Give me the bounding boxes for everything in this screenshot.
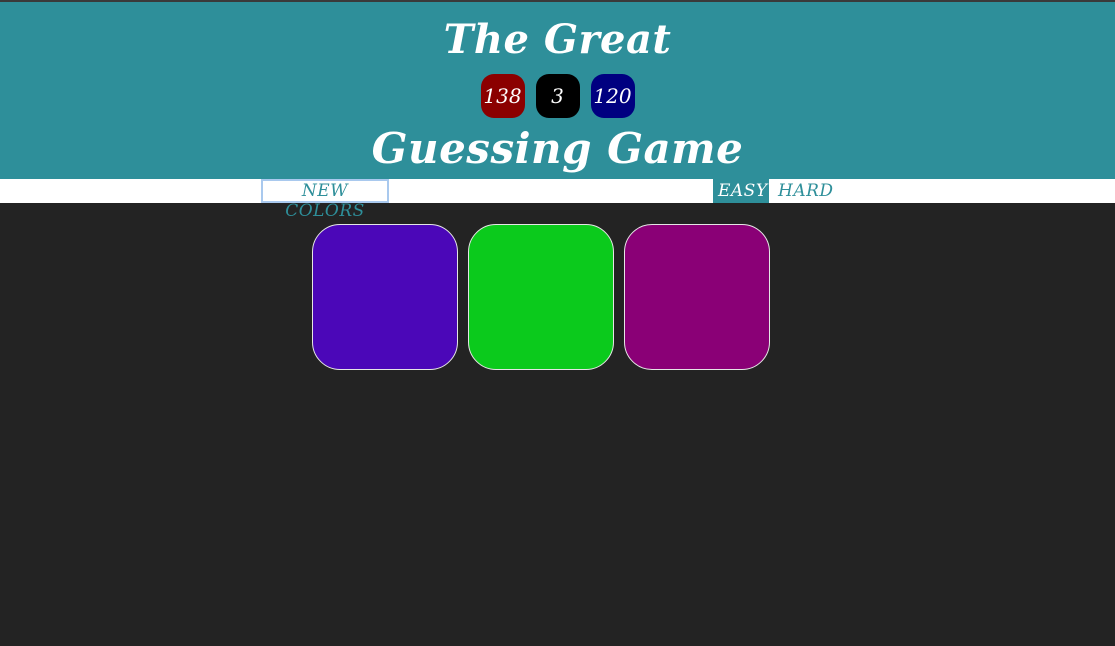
header: The Great 138 3 120 Guessing Game [0, 2, 1115, 179]
title-bottom: Guessing Game [371, 124, 744, 173]
blue-value-badge: 120 [590, 74, 635, 118]
new-colors-button[interactable]: NEW COLORS [261, 179, 389, 221]
color-square-3[interactable] [624, 224, 770, 370]
color-square-2[interactable] [468, 224, 614, 370]
color-square-1[interactable] [312, 224, 458, 370]
hard-mode-button[interactable]: HARD [773, 179, 833, 203]
color-squares [312, 224, 770, 370]
green-value-badge: 3 [535, 74, 580, 118]
easy-mode-button[interactable]: EASY [713, 179, 769, 203]
rgb-display: 138 3 120 [0, 74, 1115, 118]
red-value-badge: 138 [480, 74, 525, 118]
title-top: The Great [443, 16, 672, 63]
control-stripe: NEW COLORS EASY HARD [0, 179, 1115, 221]
